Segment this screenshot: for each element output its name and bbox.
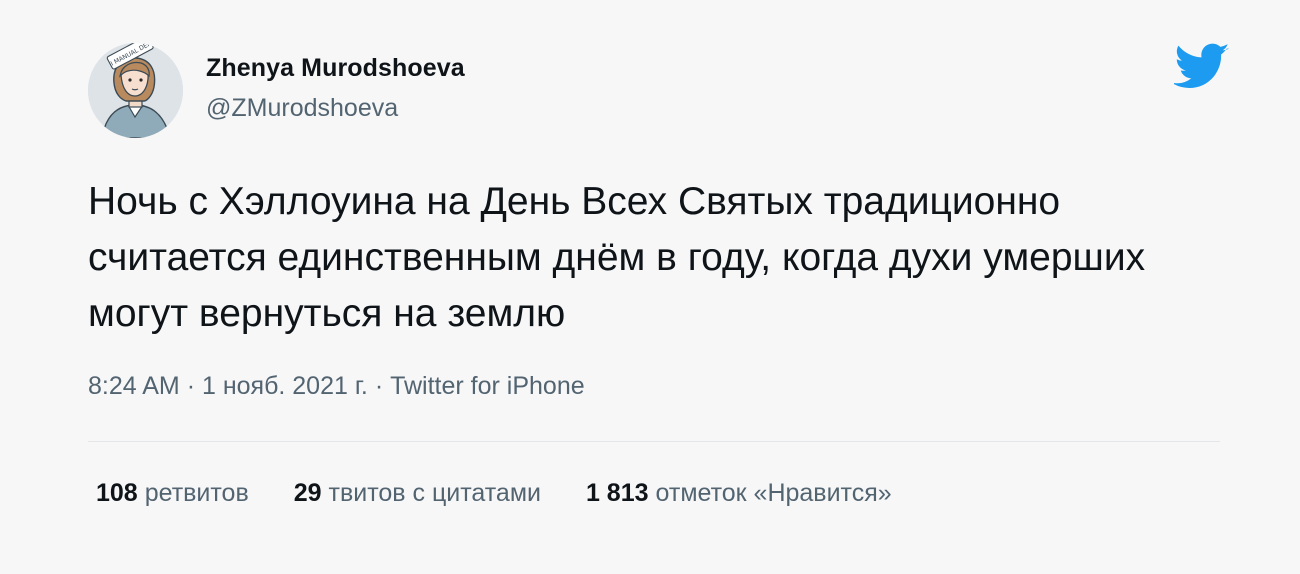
likes-label: отметок «Нравится» — [655, 479, 892, 507]
quotes-stat[interactable]: 29 твитов с цитатами — [294, 479, 541, 508]
author-name[interactable]: Zhenya Murodshoeva — [206, 54, 465, 83]
meta-separator: · — [374, 372, 384, 400]
engagement-stats: 108 ретвитов 29 твитов с цитатами 1 813 отм… — [96, 479, 930, 508]
retweets-label: ретвитов — [144, 479, 249, 507]
user-avatar-illustration: I MANUAL DEF — [88, 43, 183, 138]
tweet-time[interactable]: 8:24 AM — [88, 372, 180, 400]
twitter-bird-icon[interactable] — [1171, 43, 1230, 90]
quotes-count: 29 — [293, 479, 322, 507]
likes-count: 1 813 — [585, 479, 649, 507]
tweet-text: Ночь с Хэллоуина на День Всех Святых тра… — [88, 180, 1146, 335]
likes-stat[interactable]: 1 813 отметок «Нравится» — [586, 479, 892, 508]
divider — [88, 441, 1220, 442]
avatar[interactable]: I MANUAL DEF — [88, 43, 183, 138]
tweet-metadata: 8:24 AM · 1 нояб. 2021 г. · Twitter for … — [88, 372, 585, 401]
retweets-count: 108 — [96, 479, 138, 507]
tweet-card: I MANUAL DEF Zhenya Murodshoeva @ZMurods… — [88, 0, 1230, 574]
quotes-label: твитов с цитатами — [328, 479, 541, 507]
meta-separator: · — [186, 372, 196, 400]
tweet-date[interactable]: 1 нояб. 2021 г. — [202, 372, 368, 400]
tweet-source[interactable]: Twitter for iPhone — [390, 372, 585, 400]
author-handle[interactable]: @ZMurodshoeva — [206, 94, 398, 123]
retweets-stat[interactable]: 108 ретвитов — [96, 479, 249, 508]
twitter-logo — [1171, 43, 1230, 88]
